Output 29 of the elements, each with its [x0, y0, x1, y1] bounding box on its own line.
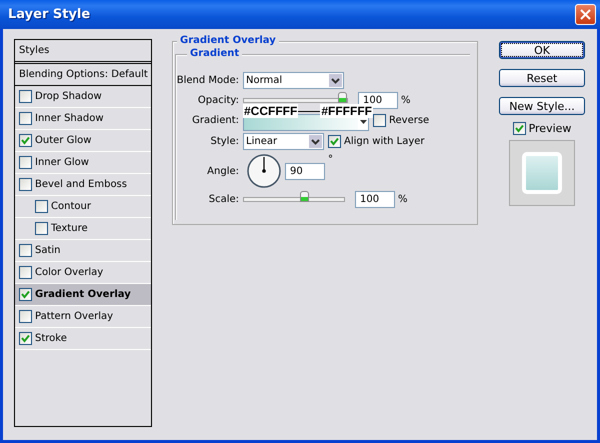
- unit-label: °: [328, 154, 333, 165]
- item-label: Contour: [51, 201, 91, 212]
- checkbox-label: Reverse: [389, 115, 430, 126]
- item-label: Satin: [35, 245, 61, 256]
- unit-label: %: [398, 194, 408, 205]
- field-label: Gradient:: [191, 115, 240, 126]
- item-label: Inner Glow: [35, 157, 89, 168]
- item-label: Drop Shadow: [35, 91, 102, 102]
- group-title: Gradient: [187, 48, 242, 59]
- item-label: Texture: [51, 223, 88, 234]
- field-label: Angle:: [206, 166, 240, 176]
- checkbox-label: Preview: [528, 122, 572, 135]
- item-label: Gradient Overlay: [35, 289, 131, 300]
- unit-label: %: [401, 95, 411, 106]
- field-label: Blend Mode:: [176, 75, 240, 86]
- field-label: Style:: [210, 136, 240, 147]
- item-label: Stroke: [35, 333, 67, 344]
- item-label: Outer Glow: [35, 135, 92, 146]
- item-label: Pattern Overlay: [35, 311, 114, 322]
- item-label: Bevel and Emboss: [35, 179, 127, 190]
- section-title: Gradient Overlay: [177, 35, 279, 46]
- field-label: Scale:: [208, 194, 240, 205]
- checkbox-label: Align with Layer: [344, 136, 425, 147]
- item-label: Inner Shadow: [35, 113, 104, 124]
- annotation-tooltip: #FFFFFF: [320, 104, 373, 118]
- field-label: Opacity:: [196, 95, 240, 106]
- item-label: Color Overlay: [35, 267, 104, 278]
- annotation-tooltip: #CCFFFF: [243, 104, 298, 118]
- window-title: Layer Style: [8, 7, 90, 22]
